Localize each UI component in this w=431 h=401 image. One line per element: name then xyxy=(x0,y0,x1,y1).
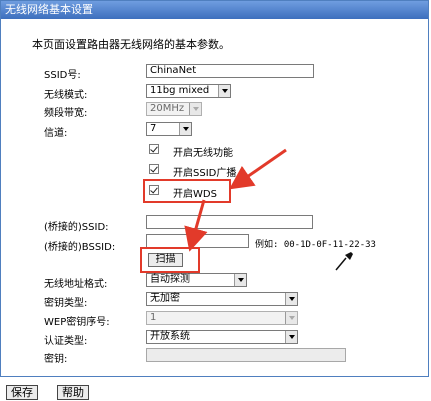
auth-type-label: 认证类型: xyxy=(44,336,88,347)
mac-format-select[interactable]: 自动探测 xyxy=(146,273,247,287)
bridge-ssid-label: (桥接的)SSID: xyxy=(44,222,109,233)
wep-index-value: 1 xyxy=(150,312,157,323)
chevron-down-icon xyxy=(285,312,297,324)
chevron-down-icon xyxy=(285,293,297,305)
bridge-ssid-input[interactable] xyxy=(146,215,313,229)
mode-label: 无线模式: xyxy=(44,90,88,101)
mac-format-value: 自动探测 xyxy=(150,274,190,285)
key-type-label: 密钥类型: xyxy=(44,298,88,309)
ssid-input[interactable]: ChinaNet xyxy=(146,64,314,78)
enable-wds-checkbox[interactable] xyxy=(149,185,159,195)
key-type-value: 无加密 xyxy=(150,293,180,304)
enable-wireless-checkbox[interactable] xyxy=(149,144,159,154)
channel-select[interactable]: 7 xyxy=(146,122,192,136)
wep-index-select[interactable]: 1 xyxy=(146,311,298,325)
bandwidth-select[interactable]: 20MHz xyxy=(146,102,202,116)
ssid-label: SSID号: xyxy=(44,70,81,81)
wep-index-label: WEP密钥序号: xyxy=(44,317,110,328)
auth-type-value: 开放系统 xyxy=(150,331,190,342)
channel-label: 信道: xyxy=(44,128,68,139)
enable-ssid-broadcast-label: 开启SSID广播 xyxy=(173,168,237,179)
page-description: 本页面设置路由器无线网络的基本参数。 xyxy=(32,38,230,51)
key-label: 密钥: xyxy=(44,354,68,365)
bridge-bssid-label: (桥接的)BSSID: xyxy=(44,242,116,253)
bridge-bssid-input[interactable] xyxy=(146,234,249,248)
key-type-select[interactable]: 无加密 xyxy=(146,292,298,306)
bandwidth-value: 20MHz xyxy=(150,103,185,114)
mode-value: 11bg mixed xyxy=(150,85,210,96)
help-button[interactable]: 帮助 xyxy=(57,385,89,400)
enable-ssid-broadcast-checkbox[interactable] xyxy=(149,164,159,174)
scan-button[interactable]: 扫描 xyxy=(148,253,183,267)
bssid-example: 例如: 00-1D-0F-11-22-33 xyxy=(255,240,376,250)
bandwidth-label: 频段带宽: xyxy=(44,108,88,119)
chevron-down-icon xyxy=(189,103,201,115)
auth-type-select[interactable]: 开放系统 xyxy=(146,330,298,344)
chevron-down-icon xyxy=(218,85,230,97)
save-button[interactable]: 保存 xyxy=(6,385,38,400)
chevron-down-icon xyxy=(179,123,191,135)
mac-format-label: 无线地址格式: xyxy=(44,279,108,290)
enable-wireless-label: 开启无线功能 xyxy=(173,148,233,159)
window-title: 无线网络基本设置 xyxy=(1,1,428,19)
channel-value: 7 xyxy=(150,123,157,134)
enable-wds-label: 开启WDS xyxy=(173,189,217,200)
chevron-down-icon xyxy=(234,274,246,286)
chevron-down-icon xyxy=(285,331,297,343)
key-input[interactable] xyxy=(146,348,346,362)
mode-select[interactable]: 11bg mixed xyxy=(146,84,231,98)
